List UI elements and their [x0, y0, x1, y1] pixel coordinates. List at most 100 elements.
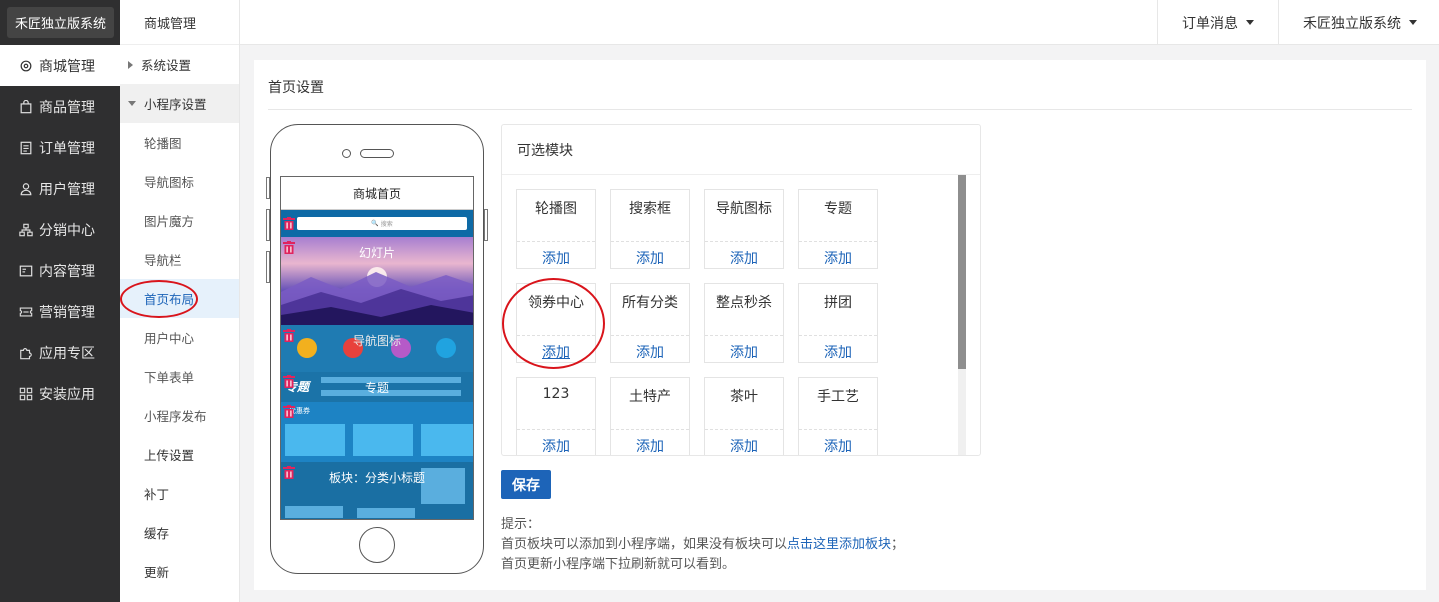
nav-item-marketing[interactable]: 营销管理: [0, 291, 120, 332]
subnav-item-upload[interactable]: 上传设置: [120, 435, 239, 474]
phone-home-button: [359, 527, 395, 563]
module-card: 搜索框 添加: [610, 189, 690, 269]
user-icon: [18, 181, 34, 197]
modules-scrollbar[interactable]: [958, 175, 966, 455]
block-topic[interactable]: 专题 专题: [281, 372, 473, 402]
add-module-button[interactable]: 添加: [517, 248, 595, 268]
phone-side-button: [266, 177, 270, 199]
phone-side-button: [484, 209, 488, 241]
nav-item-install[interactable]: 安装应用: [0, 373, 120, 414]
subnav-item-patch[interactable]: 补丁: [120, 474, 239, 513]
block-coupon[interactable]: 优惠券: [281, 402, 473, 462]
coupon-card: [421, 424, 473, 456]
subnav-item-nav-icons[interactable]: 导航图标: [120, 162, 239, 201]
block-label: 板块：分类小标题: [328, 471, 425, 485]
subnav-group-miniprogram[interactable]: 小程序设置: [120, 84, 239, 123]
block-search[interactable]: 🔍 搜索: [281, 210, 473, 237]
block-label: 导航图标: [352, 334, 401, 348]
add-module-button[interactable]: 添加: [611, 342, 689, 362]
phone-speaker: [360, 149, 394, 158]
brand: 禾匠独立版系统: [0, 0, 120, 45]
subnav-item-home-layout[interactable]: 首页布局: [120, 279, 239, 318]
nav-label: 分销中心: [39, 222, 95, 239]
module-card: 所有分类 添加: [610, 283, 690, 363]
trash-icon[interactable]: [283, 405, 295, 418]
network-icon: [18, 222, 34, 238]
subnav-item-update[interactable]: 更新: [120, 552, 239, 591]
divider: [705, 241, 783, 242]
nav-item-users[interactable]: 用户管理: [0, 168, 120, 209]
top-bar-actions: 订单消息 禾匠独立版系统: [1157, 0, 1439, 45]
add-module-button[interactable]: 添加: [799, 436, 877, 455]
tab-card: [357, 508, 415, 518]
divider: [611, 335, 689, 336]
nav-item-goods[interactable]: 商品管理: [0, 86, 120, 127]
block-category-tabs[interactable]: 板块：分类小标题: [281, 462, 473, 519]
nav-label: 用户管理: [39, 181, 95, 198]
block-nav-icons[interactable]: 导航图标: [281, 325, 473, 372]
add-module-button[interactable]: 添加: [517, 436, 595, 455]
module-name: 导航图标: [716, 201, 772, 217]
screen-title: 商城首页: [281, 177, 473, 210]
subnav-group-label: 系统设置: [141, 58, 192, 73]
add-module-button[interactable]: 添加: [611, 436, 689, 455]
save-button[interactable]: 保存: [501, 470, 551, 499]
subnav-item-cache[interactable]: 缓存: [120, 513, 239, 552]
divider: [799, 335, 877, 336]
nav-item-distribution[interactable]: 分销中心: [0, 209, 120, 250]
subnav-item-picture-cube[interactable]: 图片魔方: [120, 201, 239, 240]
bag-icon: [18, 99, 34, 115]
phone-side-button: [266, 209, 270, 241]
phone-search-box: 🔍 搜索: [297, 217, 467, 230]
subnav-item-navbar[interactable]: 导航栏: [120, 240, 239, 279]
add-module-button[interactable]: 添加: [611, 248, 689, 268]
nav-label: 安装应用: [39, 386, 95, 403]
nav-item-content[interactable]: 内容管理: [0, 250, 120, 291]
subnav-item-publish[interactable]: 小程序发布: [120, 396, 239, 435]
module-card: 拼团 添加: [798, 283, 878, 363]
phone-screen: 商城首页 🔍 搜索 幻灯片 导航图标 专题 专题 优惠券 板块：分类小标题: [280, 176, 474, 520]
list-icon: [18, 140, 34, 156]
system-dropdown[interactable]: 禾匠独立版系统: [1278, 0, 1439, 45]
nav-item-mall[interactable]: 商城管理: [0, 45, 120, 86]
trash-icon[interactable]: [283, 217, 295, 230]
subnav-group-system[interactable]: 系统设置: [120, 45, 239, 84]
nav-item-orders[interactable]: 订单管理: [0, 127, 120, 168]
add-module-button[interactable]: 添加: [799, 342, 877, 362]
add-module-button[interactable]: 添加: [517, 342, 595, 362]
phone-preview: 商城首页 🔍 搜索 幻灯片 导航图标 专题 专题 优惠券 板块：分类小标题: [266, 124, 488, 574]
caret-right-icon: [128, 60, 133, 69]
caret-down-icon: [128, 101, 136, 106]
page-title: 首页设置: [268, 80, 324, 96]
block-slideshow[interactable]: 幻灯片: [281, 237, 473, 325]
divider: [517, 335, 595, 336]
add-module-button[interactable]: 添加: [705, 342, 783, 362]
divider: [611, 241, 689, 242]
modules-title: 可选模块: [502, 125, 980, 175]
add-module-button[interactable]: 添加: [705, 248, 783, 268]
add-module-button[interactable]: 添加: [799, 248, 877, 268]
gear-icon: [18, 58, 34, 74]
module-name: 拼团: [824, 295, 852, 311]
phone-search-placeholder: 搜索: [380, 221, 393, 228]
nav-label: 商品管理: [39, 99, 95, 116]
module-name: 轮播图: [535, 201, 577, 217]
subnav-item-banner[interactable]: 轮播图: [120, 123, 239, 162]
subnav-item-user-center[interactable]: 用户中心: [120, 318, 239, 357]
tips-line-2: 首页更新小程序端下拉刷新就可以看到。: [501, 557, 736, 572]
module-name: 茶叶: [730, 389, 758, 405]
block-label: 幻灯片: [358, 246, 395, 260]
nav-item-apps[interactable]: 应用专区: [0, 332, 120, 373]
divider: [705, 429, 783, 430]
brand-logo[interactable]: 禾匠独立版系统: [7, 7, 115, 38]
scrollbar-thumb[interactable]: [958, 175, 966, 369]
subnav-item-order-form[interactable]: 下单表单: [120, 357, 239, 396]
subnav-header: 商城管理: [120, 0, 239, 45]
add-block-link[interactable]: 点击这里添加板块: [787, 537, 891, 552]
module-card: 土特产 添加: [610, 377, 690, 455]
order-messages-dropdown[interactable]: 订单消息: [1157, 0, 1278, 45]
nav-label: 订单管理: [39, 140, 95, 157]
module-card: 导航图标 添加: [704, 189, 784, 269]
phone-side-button: [266, 251, 270, 283]
add-module-button[interactable]: 添加: [705, 436, 783, 455]
